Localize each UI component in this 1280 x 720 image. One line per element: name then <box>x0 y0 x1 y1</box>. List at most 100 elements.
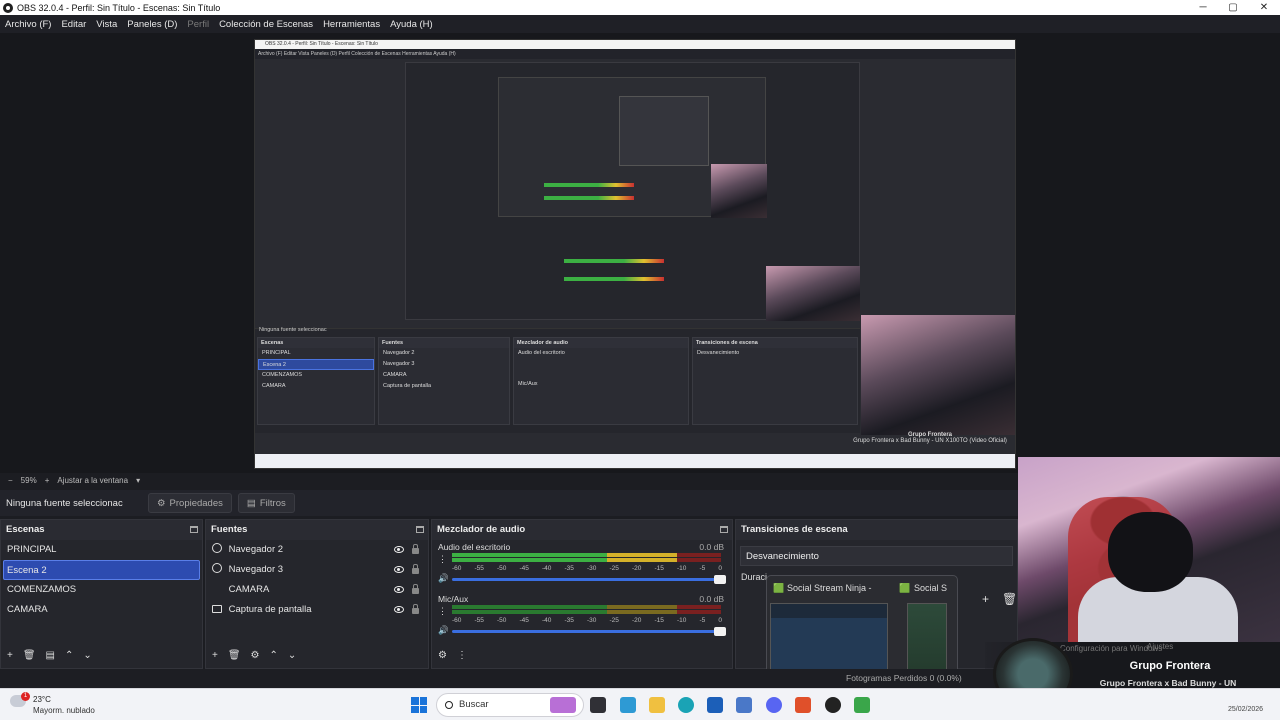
meter-tick: -60 <box>452 565 462 572</box>
scene-item[interactable]: CAMARA <box>1 600 202 620</box>
eye-icon[interactable] <box>394 606 404 613</box>
slider-knob[interactable] <box>714 575 726 584</box>
lock-icon[interactable] <box>412 544 419 554</box>
eye-icon[interactable] <box>394 566 404 573</box>
add-scene-button[interactable]: + <box>7 650 13 661</box>
nested-source: Navegador 3 <box>383 361 415 367</box>
advanced-audio-icon[interactable]: ⚙ <box>438 650 447 661</box>
nested-notif-sub: Grupo Frontera x Bad Bunny - UN X100TO (… <box>853 438 1007 444</box>
chevron-down-icon[interactable]: ▾ <box>136 476 140 485</box>
menu-herramientas[interactable]: Herramientas <box>318 19 385 30</box>
sources-title: Fuentes <box>211 524 248 535</box>
zoom-percent[interactable]: 59% <box>21 476 37 485</box>
lock-icon[interactable] <box>412 564 419 574</box>
folder-icon[interactable] <box>649 697 665 713</box>
no-source-label: Ninguna fuente seleccionac <box>6 497 123 509</box>
outlook-icon[interactable] <box>736 697 752 713</box>
terminal-icon[interactable] <box>590 697 606 713</box>
window-title: OBS 32.0.4 - Perfil: Sin Título - Escena… <box>17 2 221 13</box>
scene-item-selected[interactable]: Escena 2 <box>3 560 200 580</box>
nested-meter <box>564 277 664 281</box>
filter-icon[interactable]: ▤ <box>46 650 55 661</box>
lock-icon[interactable] <box>412 584 419 594</box>
program-preview[interactable]: OBS 32.0.4 - Perfil: Sin Título - Escena… <box>254 39 1016 469</box>
menu-perfil[interactable]: Perfil <box>182 19 214 30</box>
source-name: Captura de pantalla <box>228 604 312 615</box>
windows-start-icon[interactable] <box>411 697 427 713</box>
trash-icon[interactable]: 🗑 <box>1002 592 1017 606</box>
move-down-button[interactable]: ⌄ <box>83 650 91 661</box>
menu-editar[interactable]: Editar <box>56 19 91 30</box>
window-thumbnail[interactable] <box>907 603 947 675</box>
minimize-button[interactable]: ─ <box>1187 0 1219 15</box>
eye-icon[interactable] <box>394 546 404 553</box>
gear-icon: ⚙ <box>157 497 166 509</box>
gear-icon[interactable]: ⚙ <box>251 650 260 661</box>
filters-button[interactable]: ▤ Filtros <box>237 493 295 513</box>
menu-ayuda[interactable]: Ayuda (H) <box>385 19 438 30</box>
zoom-minus[interactable]: − <box>8 476 13 485</box>
menu-paneles[interactable]: Paneles (D) <box>122 19 182 30</box>
volume-slider[interactable] <box>452 627 726 636</box>
taskbar-preview-popup[interactable]: 🟩 Social Stream Ninja - 🟩 Social S <box>766 575 958 678</box>
properties-button[interactable]: ⚙ Propiedades <box>148 493 232 513</box>
speaker-icon[interactable]: 🔊 <box>438 573 449 583</box>
media-notification[interactable]: Configuración para Windows Ajustes Grupo… <box>985 638 1280 710</box>
more-options-icon[interactable]: ⋮ <box>438 606 447 617</box>
brave-icon[interactable] <box>795 697 811 713</box>
speaker-icon[interactable]: 🔊 <box>438 625 449 635</box>
preview-area[interactable]: OBS 32.0.4 - Perfil: Sin Título - Escena… <box>0 33 1280 473</box>
move-up-button[interactable]: ⌃ <box>65 650 73 661</box>
close-button[interactable]: ✕ <box>1248 0 1280 15</box>
lock-icon[interactable] <box>412 604 419 614</box>
dock-float-icon[interactable] <box>190 526 198 533</box>
window-thumbnail[interactable] <box>770 603 888 675</box>
source-item[interactable]: Navegador 2 <box>206 540 428 560</box>
dock-float-icon[interactable] <box>720 526 728 533</box>
dock-float-icon[interactable] <box>416 526 424 533</box>
source-item[interactable]: Navegador 3 <box>206 560 428 580</box>
move-down-button[interactable]: ⌄ <box>288 650 296 661</box>
browser-icon: 🟩 <box>773 583 785 593</box>
source-item[interactable]: CAMARA <box>206 580 428 600</box>
scenes-header: Escenas <box>1 520 202 540</box>
obs-icon[interactable] <box>825 697 841 713</box>
tray-date: 25/02/2026 <box>1228 706 1264 713</box>
social-stream-icon[interactable] <box>854 697 870 713</box>
popup-tab-2[interactable]: Social S <box>914 579 947 597</box>
transition-select[interactable]: Desvanecimiento <box>740 546 1013 566</box>
app-icon[interactable] <box>707 697 723 713</box>
store-icon[interactable] <box>620 697 636 713</box>
move-up-button[interactable]: ⌃ <box>270 650 278 661</box>
source-item[interactable]: Captura de pantalla <box>206 600 428 620</box>
maximize-button[interactable]: ▢ <box>1217 0 1249 15</box>
preview-webcam <box>861 315 1015 435</box>
menu-vista[interactable]: Vista <box>91 19 122 30</box>
more-options-icon[interactable]: ⋮ <box>438 554 447 565</box>
nested-trans-title: Transiciones de escena <box>693 338 857 348</box>
add-transition-button[interactable]: + <box>982 592 989 606</box>
zoom-fit[interactable]: Ajustar a la ventana <box>57 476 128 485</box>
menu-archivo[interactable]: Archivo (F) <box>0 19 56 30</box>
trash-icon[interactable]: 🗑 <box>228 650 241 661</box>
webcam-source <box>1018 457 1280 642</box>
nested-preview-deeper <box>498 77 767 218</box>
add-source-button[interactable]: + <box>212 650 218 661</box>
channel-name: Audio del escritorio <box>438 542 511 552</box>
volume-slider[interactable] <box>452 575 726 584</box>
popup-tab-1[interactable]: Social Stream Ninja - <box>787 579 872 597</box>
eye-icon[interactable] <box>394 586 404 593</box>
more-options-icon[interactable]: ⋮ <box>457 650 467 661</box>
discord-icon[interactable] <box>766 697 782 713</box>
zoom-plus[interactable]: + <box>45 476 50 485</box>
trash-icon[interactable]: 🗑 <box>23 650 36 661</box>
meter-tick: -15 <box>654 565 664 572</box>
nested-sources: Fuentes Navegador 2 Navegador 3 CAMARA C… <box>378 337 510 425</box>
widget-icon[interactable] <box>550 697 576 713</box>
scene-item[interactable]: PRINCIPAL <box>1 540 202 560</box>
window-titlebar: OBS 32.0.4 - Perfil: Sin Título - Escena… <box>0 0 1280 15</box>
scene-item[interactable]: COMENZAMOS <box>1 580 202 600</box>
menu-coleccion-escenas[interactable]: Colección de Escenas <box>214 19 318 30</box>
slider-knob[interactable] <box>714 627 726 636</box>
edge-icon[interactable] <box>678 697 694 713</box>
